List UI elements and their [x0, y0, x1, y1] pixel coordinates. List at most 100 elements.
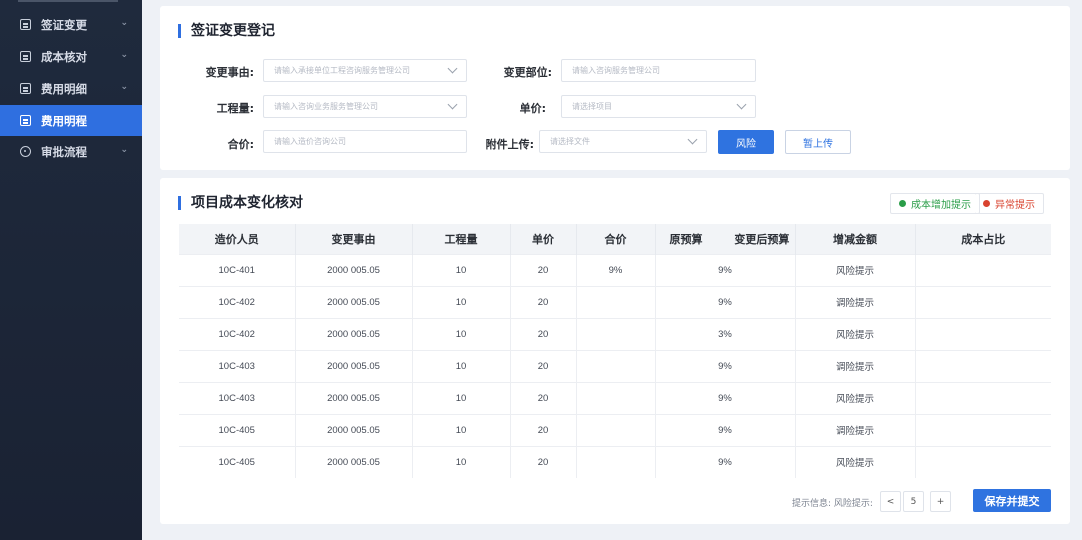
cell-staff: 10C-405	[179, 445, 296, 478]
cell-unit-price: 20	[510, 349, 577, 382]
cell-ratio	[915, 349, 1051, 382]
cell-reason: 2000 005.05	[295, 349, 413, 382]
cell-budget: 3%	[655, 317, 796, 350]
unit-price-placeholder: 请选择项目	[572, 102, 612, 111]
cell-staff: 10C-403	[179, 349, 296, 382]
document-icon	[20, 115, 31, 126]
cell-reason: 2000 005.05	[295, 285, 413, 318]
red-dot-icon	[983, 200, 990, 207]
sidebar-item-label: 费用明程	[41, 113, 87, 128]
total-placeholder: 请输入造价咨询公司	[274, 137, 346, 146]
chevron-down-icon: ⌄	[120, 50, 128, 60]
prev-page-button[interactable]: <	[880, 491, 901, 512]
sidebar-item-visa-change[interactable]: 签证变更 ⌄	[0, 9, 142, 40]
change-dept-placeholder: 请输入咨询服务管理公司	[572, 66, 660, 75]
sidebar: 签证变更 ⌄ 成本核对 ⌄ 费用明细 ⌄ 费用明程 审批流程 ⌄	[0, 0, 142, 540]
page-number[interactable]: 5	[903, 491, 924, 512]
sidebar-item-label: 成本核对	[41, 49, 87, 64]
cell-budget: 9%	[655, 285, 796, 318]
unit-price-label: 单价:	[519, 102, 546, 115]
table-header-row: 造价人员 变更事由 工程量 单价 合价 原预算 变更后预算 增减金额 成本占比	[179, 224, 1051, 254]
cell-staff: 10C-403	[179, 381, 296, 414]
cell-total: 9%	[576, 253, 656, 286]
cost-review-table: 造价人员 变更事由 工程量 单价 合价 原预算 变更后预算 增减金额 成本占比 …	[179, 224, 1051, 478]
legend-increase-label: 成本增加提示	[911, 200, 971, 211]
attachment-select[interactable]: 请选择文件	[539, 130, 707, 153]
change-reason-label: 变更事由:	[205, 66, 254, 79]
visa-change-form-card: 签证变更登记 变更事由: 请输入承接单位工程咨询服务管理公司 变更部位: 请输入…	[160, 6, 1070, 170]
attachment-label: 附件上传:	[485, 138, 534, 151]
cell-unit-price: 20	[510, 285, 577, 318]
table-row[interactable]: 10C-405 2000 005.05 10 20 9% 风险提示	[179, 445, 1051, 478]
cell-quantity: 10	[412, 317, 511, 350]
change-dept-input[interactable]: 请输入咨询服务管理公司	[561, 59, 756, 82]
next-page-button[interactable]: +	[930, 491, 951, 512]
table-row[interactable]: 10C-405 2000 005.05 10 20 9% 调险提示	[179, 413, 1051, 446]
cell-ratio	[915, 253, 1051, 286]
cell-reason: 2000 005.05	[295, 413, 413, 446]
cell-total	[576, 413, 656, 446]
cell-total	[576, 285, 656, 318]
cell-ratio	[915, 413, 1051, 446]
cell-staff: 10C-402	[179, 317, 296, 350]
quantity-label: 工程量:	[216, 102, 254, 115]
cell-ratio	[915, 317, 1051, 350]
quantity-select[interactable]: 请输入咨询业务服务管理公司	[263, 95, 467, 118]
cell-quantity: 10	[412, 253, 511, 286]
change-dept-label: 变更部位:	[503, 66, 552, 79]
chevron-down-icon: ⌄	[120, 145, 128, 155]
sidebar-item-expense-process[interactable]: 费用明程	[0, 105, 142, 136]
risk-button[interactable]: 风险	[718, 130, 774, 154]
cell-budget: 9%	[655, 253, 796, 286]
cell-quantity: 10	[412, 445, 511, 478]
cell-delta: 风险提示	[795, 381, 916, 414]
sidebar-divider	[18, 0, 118, 2]
col-quantity: 工程量	[412, 224, 511, 254]
table-row[interactable]: 10C-402 2000 005.05 10 20 9% 调险提示	[179, 285, 1051, 318]
cell-staff: 10C-405	[179, 413, 296, 446]
cost-review-card: 项目成本变化核对 成本增加提示 异常提示 造价人员 变更事由 工程量 单价 合价…	[160, 178, 1070, 524]
total-input[interactable]: 请输入造价咨询公司	[263, 130, 467, 153]
table-row[interactable]: 10C-403 2000 005.05 10 20 9% 风险提示	[179, 381, 1051, 414]
col-unit-price: 单价	[510, 224, 577, 254]
table-row[interactable]: 10C-403 2000 005.05 10 20 9% 调险提示	[179, 349, 1051, 382]
cell-staff: 10C-402	[179, 285, 296, 318]
cell-ratio	[915, 285, 1051, 318]
cell-unit-price: 20	[510, 445, 577, 478]
chevron-down-icon	[447, 63, 458, 74]
cell-budget: 9%	[655, 413, 796, 446]
cell-quantity: 10	[412, 285, 511, 318]
cell-total	[576, 381, 656, 414]
document-icon	[20, 51, 31, 62]
sidebar-item-cost-check[interactable]: 成本核对 ⌄	[0, 41, 142, 72]
table-row[interactable]: 10C-402 2000 005.05 10 20 3% 风险提示	[179, 317, 1051, 350]
cell-budget: 9%	[655, 445, 796, 478]
cell-unit-price: 20	[510, 413, 577, 446]
table-row[interactable]: 10C-401 2000 005.05 10 20 9% 9% 风险提示	[179, 253, 1051, 286]
cell-delta: 调险提示	[795, 285, 916, 318]
document-icon	[20, 83, 31, 94]
col-budget: 原预算 变更后预算	[655, 224, 796, 254]
col-ratio: 成本占比	[915, 224, 1051, 254]
cell-delta: 风险提示	[795, 253, 916, 286]
cell-staff: 10C-401	[179, 253, 296, 286]
legend-abnormal-label: 异常提示	[995, 200, 1035, 211]
attachment-placeholder: 请选择文件	[550, 137, 590, 146]
upload-button[interactable]: 暂上传	[785, 130, 851, 154]
cell-total	[576, 317, 656, 350]
sidebar-item-label: 费用明细	[41, 81, 87, 96]
sidebar-item-approval-flow[interactable]: 审批流程 ⌄	[0, 136, 142, 167]
sidebar-item-expense-detail[interactable]: 费用明细 ⌄	[0, 73, 142, 104]
col-reason: 变更事由	[295, 224, 413, 254]
unit-price-select[interactable]: 请选择项目	[561, 95, 756, 118]
change-reason-select[interactable]: 请输入承接单位工程咨询服务管理公司	[263, 59, 467, 82]
cell-delta: 风险提示	[795, 317, 916, 350]
total-label: 合价:	[227, 138, 254, 151]
document-icon	[20, 19, 31, 30]
legend-increase: 成本增加提示	[890, 193, 980, 214]
cell-quantity: 10	[412, 349, 511, 382]
cell-delta: 调险提示	[795, 413, 916, 446]
legend-abnormal: 异常提示	[975, 193, 1044, 214]
save-submit-button[interactable]: 保存并提交	[973, 489, 1051, 512]
change-reason-placeholder: 请输入承接单位工程咨询服务管理公司	[274, 66, 410, 75]
